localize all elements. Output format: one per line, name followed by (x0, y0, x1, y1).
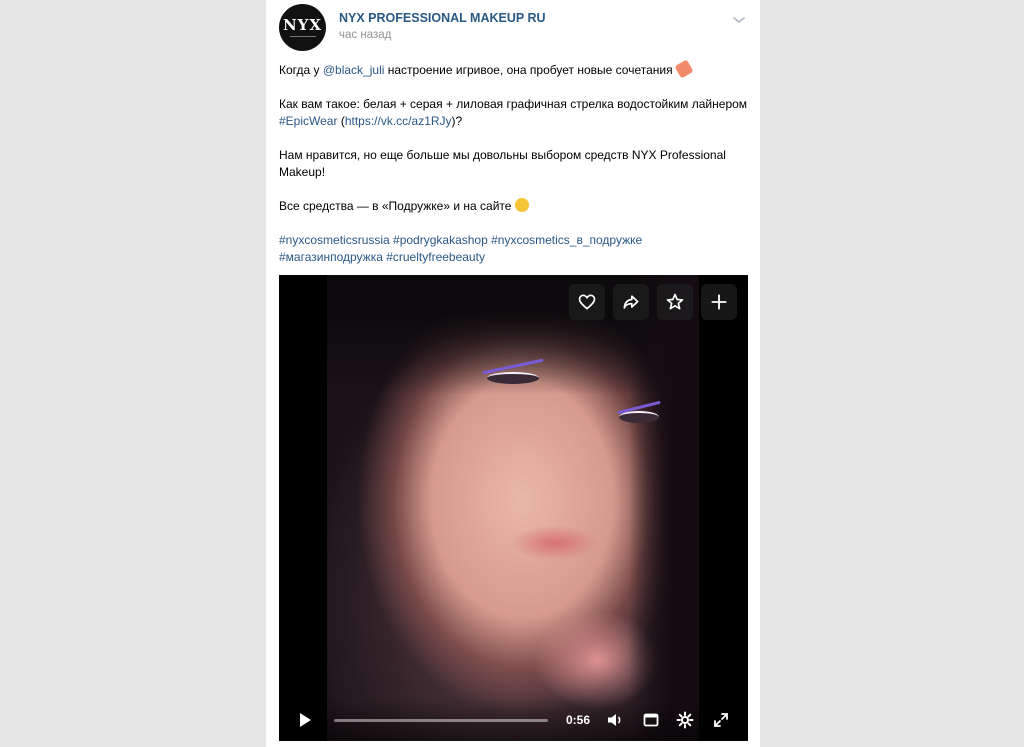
winking-face-emoji-icon (515, 198, 530, 212)
share-icon (623, 295, 639, 309)
post-paragraph-3: Нам нравится, но еще больше мы довольны … (279, 148, 726, 179)
hashtag-link[interactable]: #EpicWear (279, 114, 337, 128)
fullscreen-icon[interactable] (712, 711, 730, 729)
hashtags-line-2[interactable]: #магазинподружка #crueltyfreebeauty (279, 250, 485, 264)
avatar-logo: NYX (282, 16, 323, 34)
volume-icon[interactable] (606, 711, 624, 729)
avatar-underline (289, 36, 316, 37)
video-progress-bar[interactable] (334, 719, 548, 722)
settings-icon[interactable] (676, 711, 694, 729)
nail-polish-emoji-icon (674, 59, 694, 79)
post-text: Когда у @black_juli настроение игривое, … (279, 59, 749, 266)
post-card: NYX NYX PROFESSIONAL MAKEUP RU час назад… (266, 0, 760, 747)
plus-icon (711, 294, 727, 310)
share-video-button[interactable] (613, 284, 649, 320)
eye-left (487, 372, 539, 384)
miniplayer-icon[interactable] (642, 711, 660, 729)
video-controls: 0:56 (279, 699, 748, 741)
play-icon[interactable] (296, 711, 314, 729)
post-paragraph-2: Как вам такое: белая + серая + лиловая г… (279, 97, 748, 128)
video-player[interactable]: 0:56 (279, 275, 748, 741)
avatar[interactable]: NYX (279, 4, 326, 51)
eye-right (619, 411, 659, 423)
video-duration: 0:56 (566, 713, 591, 727)
mention-link[interactable]: @black_juli (323, 63, 385, 77)
favorite-video-button[interactable] (657, 284, 693, 320)
chevron-down-icon[interactable] (732, 15, 746, 25)
post-time[interactable]: час назад (339, 29, 391, 41)
heart-icon (578, 294, 596, 310)
url-link[interactable]: https://vk.cc/az1RJy (345, 114, 452, 128)
video-frame (327, 275, 699, 741)
star-icon (666, 293, 684, 310)
post-paragraph-1: Когда у @black_juli настроение игривое, … (279, 59, 749, 79)
add-video-button[interactable] (701, 284, 737, 320)
hashtags: #nyxcosmeticsrussia #podrygkakashop #nyx… (279, 232, 749, 266)
hashtags-line-1[interactable]: #nyxcosmeticsrussia #podrygkakashop #nyx… (279, 233, 642, 247)
like-video-button[interactable] (569, 284, 605, 320)
post-paragraph-4: Все средства — в «Подружке» и на сайте (279, 198, 749, 215)
post-author[interactable]: NYX PROFESSIONAL MAKEUP RU (339, 11, 546, 25)
video-frame-shadow (629, 275, 699, 741)
